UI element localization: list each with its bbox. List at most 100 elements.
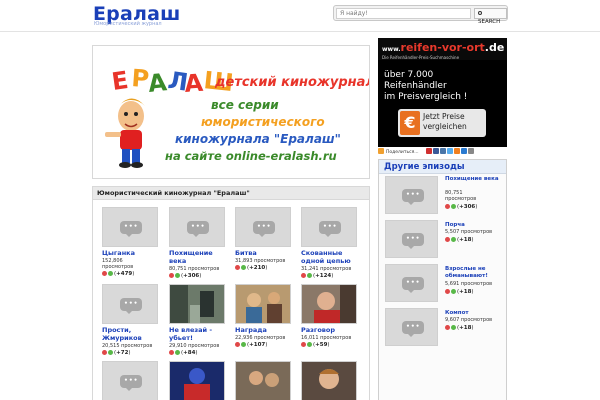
thumbs-down-icon[interactable] (235, 265, 240, 270)
item-rating[interactable]: (+107) (235, 342, 267, 349)
thumbs-up-icon[interactable] (451, 289, 456, 294)
thumbs-down-icon[interactable] (445, 237, 450, 242)
banner-line-5: на сайте online-eralash.ru (165, 149, 337, 163)
share-label[interactable]: Поделиться... (386, 150, 419, 155)
thumbnail-image (302, 362, 356, 400)
thumbnail-image (236, 362, 290, 400)
thumbs-up-icon[interactable] (241, 265, 246, 270)
sidebar-item-title[interactable]: Похищение века (445, 176, 517, 183)
video-thumbnail[interactable]: ••• (235, 207, 291, 247)
thumbs-up-icon[interactable] (175, 273, 180, 278)
video-thumbnail[interactable]: ••• (385, 264, 438, 302)
item-title[interactable]: Скованные одной цепью (301, 249, 359, 265)
sidebar-item-rating[interactable]: (+18) (445, 289, 474, 296)
video-thumbnail[interactable] (169, 284, 225, 324)
video-thumbnail[interactable]: ••• (385, 176, 438, 214)
item-title[interactable]: Цыганка (102, 249, 160, 258)
twitter-icon[interactable] (447, 148, 454, 154)
item-rating[interactable]: (+72) (102, 350, 131, 357)
ad-cta-button[interactable]: € Jetzt Preise vergleichen (398, 109, 486, 137)
sidebar-item-rating[interactable]: (+306) (445, 204, 477, 211)
video-thumbnail[interactable]: ••• (169, 207, 225, 247)
sidebar-item-rating[interactable]: (+18) (445, 237, 474, 244)
thumbs-up-icon[interactable] (451, 237, 456, 242)
video-thumbnail[interactable]: ••• (301, 207, 357, 247)
item-rating[interactable]: (+306) (169, 273, 201, 280)
item-rating[interactable]: (+124) (301, 273, 333, 280)
share-mail-icon[interactable] (426, 148, 433, 154)
sidebar-title: Другие эпизоды (379, 160, 506, 174)
thumbs-up-icon[interactable] (451, 204, 456, 209)
search-button-label: SEARCH (478, 19, 501, 25)
more-share-icon[interactable] (468, 148, 475, 154)
thumbs-down-icon[interactable] (169, 273, 174, 278)
item-title[interactable]: Битва (235, 249, 293, 258)
sidebar-item-title[interactable]: Порча (445, 222, 517, 229)
thumbs-down-icon[interactable] (102, 271, 107, 276)
thumbs-up-icon[interactable] (307, 342, 312, 347)
item-rating[interactable]: (+59) (301, 342, 330, 349)
thumbs-up-icon[interactable] (108, 350, 113, 355)
video-placeholder-icon: ••• (319, 221, 341, 237)
video-thumbnail[interactable]: ••• (102, 361, 158, 400)
search-input[interactable]: Я найду! (336, 8, 471, 19)
share-icon[interactable] (378, 148, 384, 154)
video-thumbnail[interactable] (169, 361, 225, 400)
livejournal-icon[interactable] (461, 148, 468, 154)
video-thumbnail[interactable]: ••• (385, 308, 438, 346)
thumbs-down-icon[interactable] (445, 289, 450, 294)
euro-icon: € (400, 111, 420, 135)
item-title[interactable]: Разговор (301, 326, 359, 335)
sidebar-item-views: 5,507 просмотров (445, 229, 493, 235)
search-button[interactable]: SEARCH (474, 8, 507, 25)
ad-brand: www.reifen-vor-ort.de (382, 41, 505, 54)
thumbs-down-icon[interactable] (445, 204, 450, 209)
svg-text:А: А (183, 69, 204, 98)
item-rating[interactable]: (+84) (169, 350, 198, 357)
thumbs-up-icon[interactable] (241, 342, 246, 347)
video-thumbnail[interactable] (235, 284, 291, 324)
sidebar-ad[interactable]: www.reifen-vor-ort.de Die Reifenhändler-… (378, 38, 507, 147)
item-views: 80,751 просмотров (169, 266, 220, 272)
thumbnail-image (170, 362, 224, 400)
item-title[interactable]: Прости, Жмуриков (102, 326, 160, 342)
video-thumbnail[interactable]: ••• (102, 207, 158, 247)
thumbs-down-icon[interactable] (301, 342, 306, 347)
video-thumbnail[interactable]: ••• (102, 284, 158, 324)
video-thumbnail[interactable] (235, 361, 291, 400)
sidebar-item-rating[interactable]: (+18) (445, 325, 474, 332)
thumbs-down-icon[interactable] (169, 350, 174, 355)
thumbs-down-icon[interactable] (445, 325, 450, 330)
promo-banner[interactable]: Е Р А Л А Ш детский киножурнал все серии… (92, 45, 370, 179)
item-title[interactable]: Награда (235, 326, 293, 335)
odnoklassniki-icon[interactable] (454, 148, 461, 154)
video-thumbnail[interactable]: ••• (385, 220, 438, 258)
video-placeholder-icon: ••• (187, 221, 209, 237)
thumbs-up-icon[interactable] (307, 273, 312, 278)
item-title[interactable]: Похищение века (169, 249, 227, 265)
banner-line-2: все серии (211, 98, 279, 112)
thumbs-up-icon[interactable] (108, 271, 113, 276)
site-tagline: Юмористический журнал (94, 21, 162, 27)
thumbs-down-icon[interactable] (301, 273, 306, 278)
thumbnail-image (302, 285, 356, 323)
search-icon (478, 11, 482, 15)
page: Ералаш Юмористический журнал Я найду! SE… (0, 0, 600, 400)
facebook-icon[interactable] (433, 148, 440, 154)
thumbs-up-icon[interactable] (451, 325, 456, 330)
item-rating[interactable]: (+210) (235, 265, 267, 272)
thumbs-down-icon[interactable] (102, 350, 107, 355)
sidebar-item-title[interactable]: Взрослые не обманывают! (445, 266, 511, 279)
sidebar-item-views: 9,607 просмотров (445, 317, 493, 323)
item-rating[interactable]: (+479) (102, 271, 134, 278)
video-thumbnail[interactable] (301, 361, 357, 400)
video-thumbnail[interactable] (301, 284, 357, 324)
sidebar-item-title[interactable]: Компот (445, 310, 517, 317)
item-title[interactable]: Не влезай - убьет! (169, 326, 227, 342)
item-views: 31,241 просмотров (301, 266, 352, 272)
vk-icon[interactable] (440, 148, 447, 154)
banner-line-1: детский киножурнал (214, 75, 369, 90)
thumbs-up-icon[interactable] (175, 350, 180, 355)
thumbs-down-icon[interactable] (235, 342, 240, 347)
video-placeholder-icon: ••• (120, 221, 142, 237)
